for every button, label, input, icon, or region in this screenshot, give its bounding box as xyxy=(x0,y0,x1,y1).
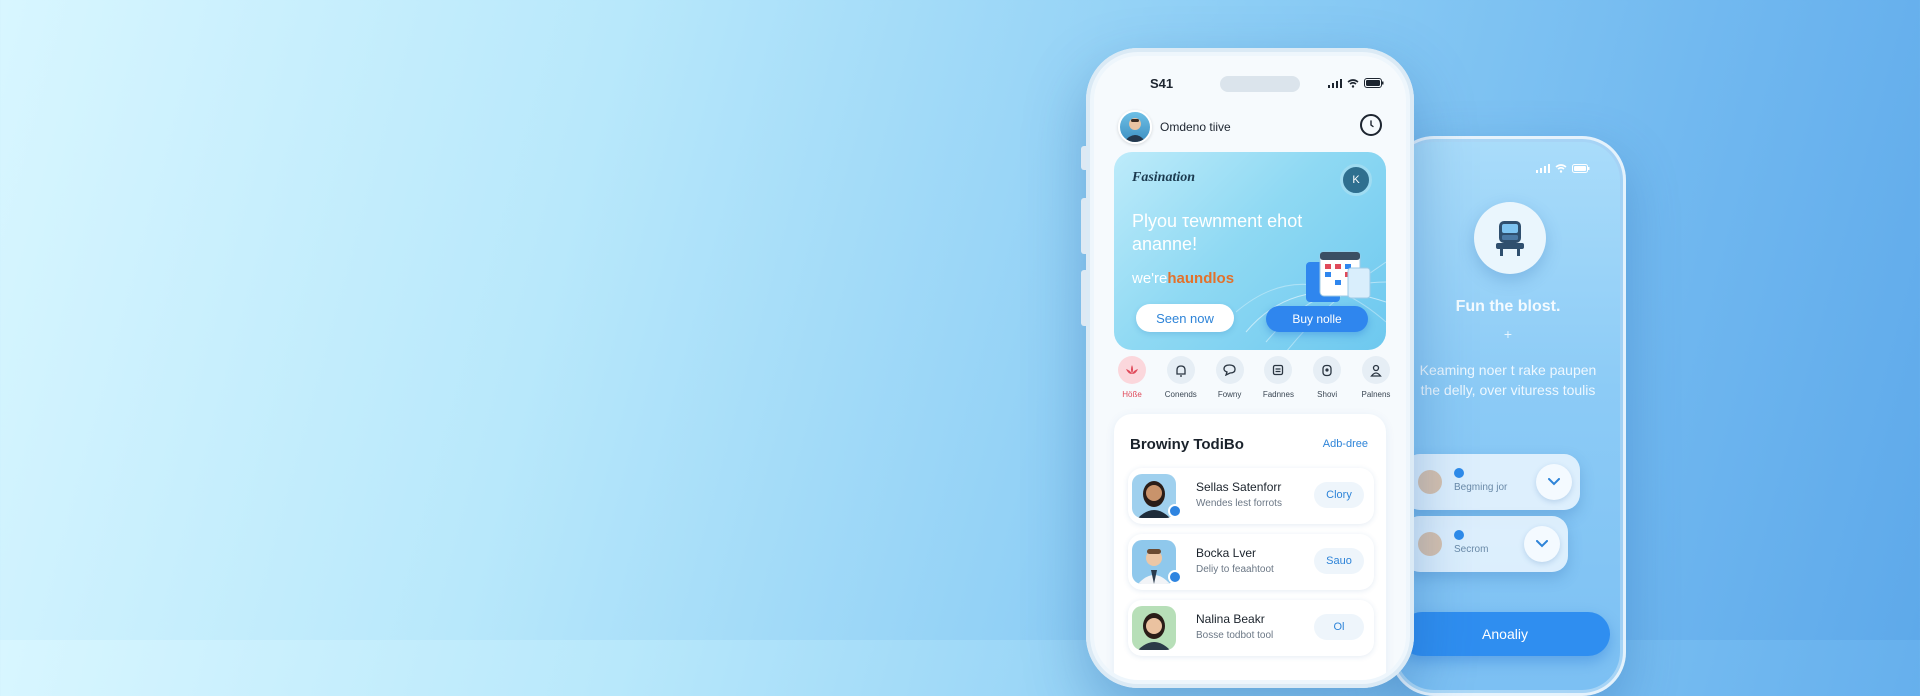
status-icons xyxy=(1536,164,1590,173)
category-item[interactable]: Conends xyxy=(1159,356,1203,399)
category-item[interactable]: Fadnnes xyxy=(1256,356,1300,399)
category-item[interactable]: Palnens xyxy=(1354,356,1398,399)
wifi-icon xyxy=(1347,78,1359,88)
plus-glyph: + xyxy=(1503,326,1513,342)
avatar xyxy=(1418,470,1442,494)
item-action-button[interactable]: Ol xyxy=(1314,614,1364,640)
item-name: Nalina Beakr xyxy=(1196,612,1265,626)
person-icon xyxy=(1361,356,1390,384)
profile-header[interactable]: Omdeno tiive xyxy=(1118,110,1231,144)
category-bar: Höße Conends Fowny Fadnnes Shovi Palnens xyxy=(1110,356,1398,399)
item-subtitle: Deliy to feaahtoot xyxy=(1196,564,1274,575)
option-label: Begming jor xyxy=(1454,482,1508,493)
status-time: S41 xyxy=(1150,76,1174,91)
option-card[interactable]: Begming jor xyxy=(1404,454,1580,510)
item-name: Sellas Satenforr xyxy=(1196,480,1282,494)
promo-subline-prefix: we're xyxy=(1132,270,1168,287)
status-dot xyxy=(1454,468,1464,478)
secondary-phone-mockup: Fun the blost. + Keaming noer t rake pau… xyxy=(1390,136,1626,696)
see-all-link[interactable]: Adb-dree xyxy=(1323,438,1368,450)
avatar[interactable] xyxy=(1118,110,1152,144)
person-icon xyxy=(1124,118,1146,142)
wifi-icon xyxy=(1555,164,1567,173)
bell-icon xyxy=(1166,356,1195,384)
volume-down-button xyxy=(1081,270,1086,326)
status-dot xyxy=(1454,530,1464,540)
promo-badge[interactable]: K xyxy=(1340,164,1372,196)
signal-icon xyxy=(1328,78,1342,88)
chevron-down-icon xyxy=(1536,540,1548,548)
item-name: Bocka Lver xyxy=(1196,546,1257,560)
status-icons xyxy=(1328,78,1384,88)
chat-icon xyxy=(1215,356,1244,384)
battery-icon xyxy=(1364,78,1384,88)
main-phone-screen: S41 Omdeno tiive Fasination K Plyou τewn… xyxy=(1094,56,1406,680)
item-action-button[interactable]: Sauo xyxy=(1314,548,1364,574)
onboarding-title: Fun the blost. xyxy=(1455,298,1561,315)
category-label: Palnens xyxy=(1361,390,1391,399)
location-icon xyxy=(1313,356,1342,384)
volume-up-button xyxy=(1081,198,1086,254)
section-title: Browiny TodiBo xyxy=(1130,436,1244,453)
promo-subline-highlight: haundlos xyxy=(1167,270,1235,287)
list-panel: Browiny TodiBo Adb-dree Sellas Satenforr… xyxy=(1114,414,1386,680)
expand-button[interactable] xyxy=(1524,526,1560,562)
signal-icon xyxy=(1536,164,1550,173)
main-phone-mockup: S41 Omdeno tiive Fasination K Plyou τewn… xyxy=(1081,48,1414,688)
category-label: Fadnnes xyxy=(1262,390,1294,399)
item-action-button[interactable]: Clory xyxy=(1314,482,1364,508)
primary-action-button[interactable]: Anoaliy xyxy=(1400,612,1610,656)
train-seat-icon xyxy=(1496,221,1524,256)
category-label: Shovi xyxy=(1317,390,1338,399)
list-item[interactable]: Nalina Beakr Bosse todbot tool Ol xyxy=(1128,600,1374,656)
promo-headline: Plyou τewnment ehot ananne! xyxy=(1132,211,1303,254)
buy-button[interactable]: Buy nolle xyxy=(1266,306,1368,332)
profile-name: Omdeno tiive xyxy=(1160,120,1231,134)
mute-switch xyxy=(1081,146,1086,170)
category-label: Fowny xyxy=(1217,390,1242,399)
expand-button[interactable] xyxy=(1536,464,1572,500)
promo-subline: we'rehaundlos xyxy=(1132,270,1234,287)
category-item[interactable]: Fowny xyxy=(1208,356,1252,399)
verified-badge-icon xyxy=(1168,570,1182,584)
list-item[interactable]: Bocka Lver Deliy to feaahtoot Sauo xyxy=(1128,534,1374,590)
category-item[interactable]: Höße xyxy=(1110,356,1154,399)
onboarding-description: Keaming noer t rake paupen the delly, ov… xyxy=(1419,362,1597,398)
promo-brand: Fasination xyxy=(1132,170,1196,185)
lotus-icon xyxy=(1118,356,1146,384)
dynamic-island xyxy=(1220,76,1300,92)
clock-icon xyxy=(1370,120,1374,128)
avatar xyxy=(1132,606,1176,650)
list-item[interactable]: Sellas Satenforr Wendes lest forrots Clo… xyxy=(1128,468,1374,524)
item-subtitle: Wendes lest forrots xyxy=(1196,498,1282,509)
verified-badge-icon xyxy=(1168,504,1182,518)
option-card[interactable]: Secrom xyxy=(1404,516,1568,572)
category-label: Conends xyxy=(1164,390,1197,399)
battery-icon xyxy=(1572,164,1590,173)
clock-button[interactable] xyxy=(1360,114,1382,136)
category-label: Höße xyxy=(1122,390,1142,399)
option-label: Secrom xyxy=(1454,544,1489,555)
avatar xyxy=(1418,532,1442,556)
promo-banner[interactable]: Fasination K Plyou τewnment ehot ananne!… xyxy=(1114,152,1386,350)
app-logo xyxy=(1474,202,1546,274)
document-icon xyxy=(1264,356,1293,384)
item-subtitle: Bosse todbot tool xyxy=(1196,630,1274,641)
seen-now-button[interactable]: Seen now xyxy=(1136,304,1234,332)
secondary-phone-screen: Fun the blost. + Keaming noer t rake pau… xyxy=(1396,142,1620,690)
calendar-cards-icon xyxy=(1306,251,1371,302)
category-item[interactable]: Shovi xyxy=(1305,356,1349,399)
chevron-down-icon xyxy=(1548,478,1560,486)
